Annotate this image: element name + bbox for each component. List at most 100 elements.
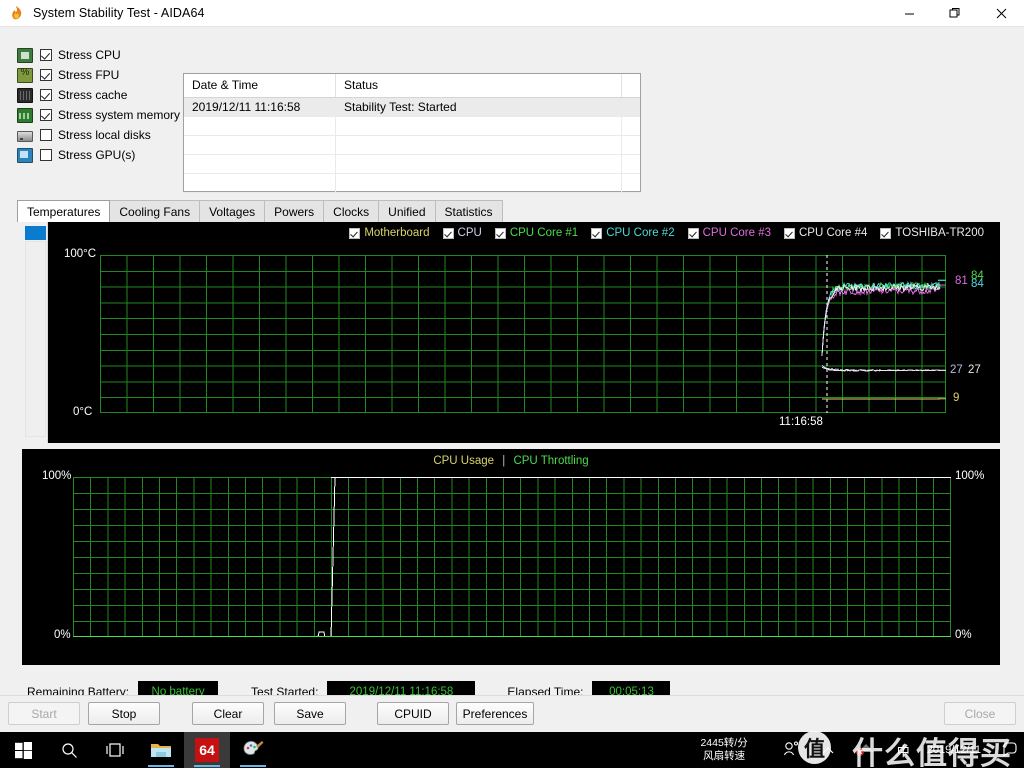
preferences-button[interactable]: Preferences bbox=[456, 702, 534, 725]
taskbar: 64 2445转/分 风扇转速 中 2019/12/11 bbox=[0, 732, 1024, 768]
stress-option-checkbox[interactable] bbox=[40, 109, 52, 121]
tab-temperatures[interactable]: Temperatures bbox=[17, 200, 111, 222]
sensor-scrollbar[interactable] bbox=[22, 222, 48, 443]
cache-icon bbox=[17, 87, 33, 103]
table-row[interactable] bbox=[184, 174, 640, 193]
cpuid-button[interactable]: CPUID bbox=[377, 702, 449, 725]
task-view-icon[interactable] bbox=[92, 732, 138, 768]
tab-clocks[interactable]: Clocks bbox=[323, 200, 380, 222]
cell-datetime bbox=[184, 155, 336, 174]
stop-button[interactable]: Stop bbox=[88, 702, 160, 725]
cpu-usage-title-part: CPU Usage bbox=[433, 455, 495, 467]
legend-label: CPU Core #2 bbox=[606, 227, 675, 239]
value-tag-motherboard: 9 bbox=[953, 392, 960, 404]
column-header-status[interactable]: Status bbox=[336, 74, 622, 97]
legend-label: TOSHIBA-TR200 bbox=[895, 227, 984, 239]
taskbar-clock[interactable]: 2019/12/11 bbox=[927, 743, 981, 757]
stress-option-row[interactable]: Stress FPU bbox=[17, 65, 182, 85]
cell-status bbox=[336, 117, 622, 136]
tab-cooling-fans[interactable]: Cooling Fans bbox=[109, 200, 201, 222]
close-dialog-button[interactable]: Close bbox=[944, 702, 1016, 725]
legend-checkbox[interactable] bbox=[442, 227, 454, 239]
legend-item[interactable]: TOSHIBA-TR200 bbox=[880, 227, 984, 239]
client-area: Stress CPU Stress FPU Stress cache Stress s… bbox=[0, 27, 1024, 703]
legend-label: CPU bbox=[457, 227, 482, 239]
legend-label: Motherboard bbox=[364, 227, 430, 239]
cell-extra bbox=[622, 155, 640, 174]
legend-item[interactable]: CPU Core #4 bbox=[783, 227, 867, 239]
table-row[interactable] bbox=[184, 117, 640, 136]
paint-icon[interactable] bbox=[230, 732, 276, 768]
stress-option-checkbox[interactable] bbox=[40, 89, 52, 101]
aida64-64-icon[interactable]: 64 bbox=[184, 732, 230, 768]
cell-datetime bbox=[184, 136, 336, 155]
save-button[interactable]: Save bbox=[274, 702, 346, 725]
network-error-icon[interactable] bbox=[855, 741, 875, 760]
legend-item[interactable]: CPU bbox=[442, 227, 482, 239]
value-tag-core3: 81 bbox=[955, 275, 968, 287]
stress-option-row[interactable]: Stress GPU(s) bbox=[17, 145, 182, 165]
clock-date: 2019/12/11 bbox=[926, 744, 981, 756]
legend-item[interactable]: CPU Core #2 bbox=[591, 227, 675, 239]
cell-datetime: 2019/12/11 11:16:58 bbox=[184, 98, 336, 117]
maximize-button[interactable] bbox=[932, 0, 978, 27]
cell-status bbox=[336, 155, 622, 174]
stress-option-checkbox[interactable] bbox=[40, 149, 52, 161]
cpu-axis-max-label-right: 100% bbox=[955, 470, 985, 482]
cpu-usage-title-separator: | bbox=[502, 455, 506, 467]
close-button[interactable] bbox=[978, 0, 1024, 27]
stress-option-checkbox[interactable] bbox=[40, 69, 52, 81]
ime-indicator[interactable]: 中 bbox=[897, 741, 910, 760]
window-controls bbox=[886, 0, 1024, 27]
table-row[interactable] bbox=[184, 136, 640, 155]
stress-option-checkbox[interactable] bbox=[40, 129, 52, 141]
notification-icon[interactable] bbox=[1002, 741, 1018, 760]
button-bar: Start Stop Clear Save CPUID Preferences … bbox=[0, 695, 1024, 732]
stress-option-row[interactable]: Stress local disks bbox=[17, 125, 182, 145]
legend-checkbox[interactable] bbox=[880, 227, 892, 239]
temperatures-plot-area bbox=[100, 255, 946, 413]
legend-checkbox[interactable] bbox=[494, 227, 506, 239]
cell-datetime bbox=[184, 174, 336, 193]
search-icon[interactable] bbox=[46, 732, 92, 768]
legend-item[interactable]: Motherboard bbox=[349, 227, 430, 239]
legend-item[interactable]: CPU Core #3 bbox=[687, 227, 771, 239]
start-button[interactable]: Start bbox=[8, 702, 80, 725]
stress-option-row[interactable]: Stress CPU bbox=[17, 45, 182, 65]
tab-unified[interactable]: Unified bbox=[378, 200, 436, 222]
legend-item[interactable]: CPU Core #1 bbox=[494, 227, 579, 239]
file-explorer-icon[interactable] bbox=[138, 732, 184, 768]
stress-option-row[interactable]: Stress system memory bbox=[17, 105, 182, 125]
legend-checkbox[interactable] bbox=[349, 227, 361, 239]
stress-option-label: Stress CPU bbox=[58, 48, 121, 62]
column-header-extra bbox=[622, 74, 640, 97]
table-row[interactable] bbox=[184, 155, 640, 174]
clear-button[interactable]: Clear bbox=[192, 702, 264, 725]
table-row[interactable]: 2019/12/11 11:16:58 Stability Test: Start… bbox=[184, 98, 640, 117]
stress-option-row[interactable]: Stress cache bbox=[17, 85, 182, 105]
windows-start-icon[interactable] bbox=[0, 732, 46, 768]
legend-label: CPU Core #3 bbox=[702, 227, 771, 239]
watermark-badge: 值 bbox=[798, 731, 831, 764]
people-icon[interactable] bbox=[783, 741, 800, 759]
tab-powers[interactable]: Powers bbox=[264, 200, 325, 222]
minimize-button[interactable] bbox=[886, 0, 932, 27]
log-table[interactable]: Date & Time Status 2019/12/11 11:16:58 St… bbox=[183, 73, 641, 193]
cpu-axis-min-label-left: 0% bbox=[54, 629, 71, 641]
stress-option-checkbox[interactable] bbox=[40, 49, 52, 61]
stress-option-label: Stress FPU bbox=[58, 68, 120, 82]
fan-speed-label: 风扇转速 bbox=[703, 750, 746, 762]
value-tag-toshiba: 27 bbox=[968, 364, 981, 376]
title-bar: System Stability Test - AIDA64 bbox=[0, 0, 1024, 27]
legend-checkbox[interactable] bbox=[783, 227, 795, 239]
cpu-usage-plot-area bbox=[73, 477, 951, 637]
legend-checkbox[interactable] bbox=[687, 227, 699, 239]
legend-checkbox[interactable] bbox=[591, 227, 603, 239]
scrollbar-track[interactable] bbox=[25, 241, 46, 437]
scrollbar-thumb[interactable] bbox=[25, 226, 46, 240]
tab-voltages[interactable]: Voltages bbox=[199, 200, 266, 222]
tab-statistics[interactable]: Statistics bbox=[434, 200, 503, 222]
legend-label: CPU Core #1 bbox=[509, 227, 579, 239]
column-header-datetime[interactable]: Date & Time bbox=[184, 74, 336, 97]
temp-axis-max-label: 100°C bbox=[64, 248, 97, 260]
